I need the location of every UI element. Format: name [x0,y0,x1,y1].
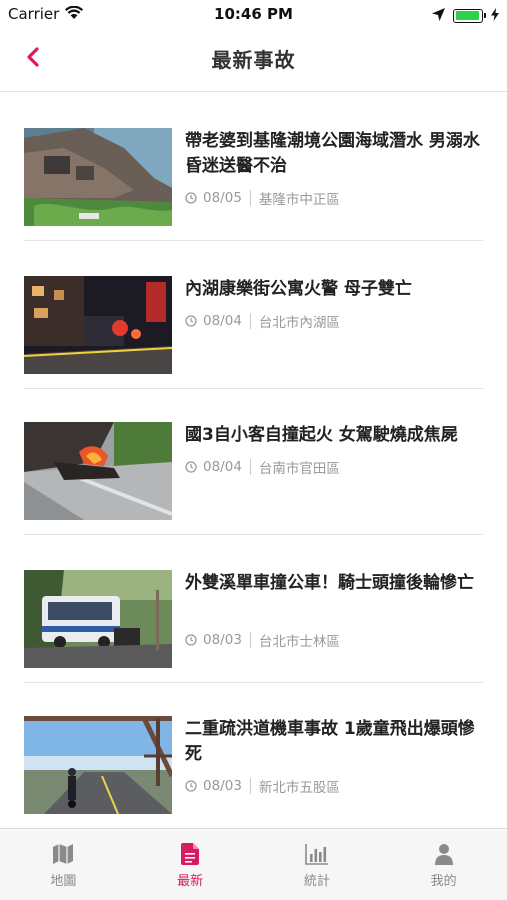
meta-divider [249,778,251,794]
clock-icon [185,192,197,204]
location-arrow-icon [432,6,445,25]
news-location: 台北市內湖區 [258,315,340,331]
news-meta: 08/04 台南市官田區 [185,457,340,477]
news-date: 08/03 [203,778,242,794]
news-list[interactable]: 帶老婆到基隆潮境公園海域潛水 男溺水昏迷送醫不治 08/05 基隆市中正區 內湖… [0,93,507,828]
battery-fill [455,11,480,20]
battery-icon [453,8,486,23]
tab-label: 最新 [177,874,204,889]
bus-accident-photo [24,570,172,668]
news-meta: 08/03 台北市士林區 [185,630,340,650]
tab-map[interactable]: 地圖 [0,829,127,900]
news-headline: 國3自小客自撞起火 女駕駛燒成焦屍 [185,425,458,445]
news-meta: 08/03 新北市五股區 [185,776,340,796]
news-location: 基隆市中正區 [258,192,340,208]
news-date: 08/03 [203,632,242,648]
page-title: 最新事故 [211,48,296,72]
charging-bolt-icon [491,6,499,25]
news-meta: 08/05 基隆市中正區 [185,188,340,208]
document-icon [181,842,200,866]
nav-bar: 最新事故 [0,28,507,92]
news-location: 新北市五股區 [258,780,340,796]
news-item[interactable]: 內湖康樂街公寓火警 母子雙亡 08/04 台北市內湖區 [24,241,483,389]
news-item[interactable]: 外雙溪單車撞公車！騎士頭撞後輪慘亡 08/03 台北市士林區 [24,535,483,683]
tab-latest[interactable]: 最新 [127,829,254,900]
news-item[interactable]: 帶老婆到基隆潮境公園海域潛水 男溺水昏迷送醫不治 08/05 基隆市中正區 [24,93,483,241]
night-fire-scene-photo [24,276,172,374]
news-location: 台南市官田區 [258,461,340,477]
news-location: 台北市士林區 [258,634,340,650]
news-item[interactable]: 國3自小客自撞起火 女駕駛燒成焦屍 08/04 台南市官田區 [24,387,483,535]
news-meta: 08/04 台北市內湖區 [185,311,340,331]
meta-divider [249,632,251,648]
bar-chart-icon [305,842,329,866]
bridge-motorcycle-photo [24,716,172,814]
tab-label: 統計 [303,874,330,889]
news-date: 08/04 [203,459,242,475]
meta-divider [249,313,251,329]
coastal-rocks-photo [24,128,172,226]
tab-label: 我的 [430,874,457,889]
tab-label: 地圖 [50,874,77,889]
clock-icon [185,315,197,327]
news-headline: 外雙溪單車撞公車！騎士頭撞後輪慘亡 [185,573,474,593]
clock-icon [185,780,197,792]
meta-divider [249,459,251,475]
status-time: 10:46 PM [214,5,293,23]
tab-statistics[interactable]: 統計 [254,829,381,900]
status-bar: Carrier 10:46 PM [0,0,507,28]
news-headline: 內湖康樂街公寓火警 母子雙亡 [185,279,412,299]
person-icon [434,842,454,866]
map-icon [52,842,74,866]
news-headline: 二重疏洪道機車事故 1歲童飛出爆頭慘死 [185,719,475,764]
news-item[interactable]: 二重疏洪道機車事故 1歲童飛出爆頭慘死 08/03 新北市五股區 [24,681,483,828]
tab-bar: 地圖 最新 統計 我的 [0,828,507,900]
news-date: 08/05 [203,190,242,206]
clock-icon [185,634,197,646]
status-right [432,6,499,25]
burning-car-highway-photo [24,422,172,520]
news-date: 08/04 [203,313,242,329]
clock-icon [185,461,197,473]
tab-profile[interactable]: 我的 [380,829,507,900]
news-headline: 帶老婆到基隆潮境公園海域潛水 男溺水昏迷送醫不治 [185,131,480,176]
meta-divider [249,190,251,206]
